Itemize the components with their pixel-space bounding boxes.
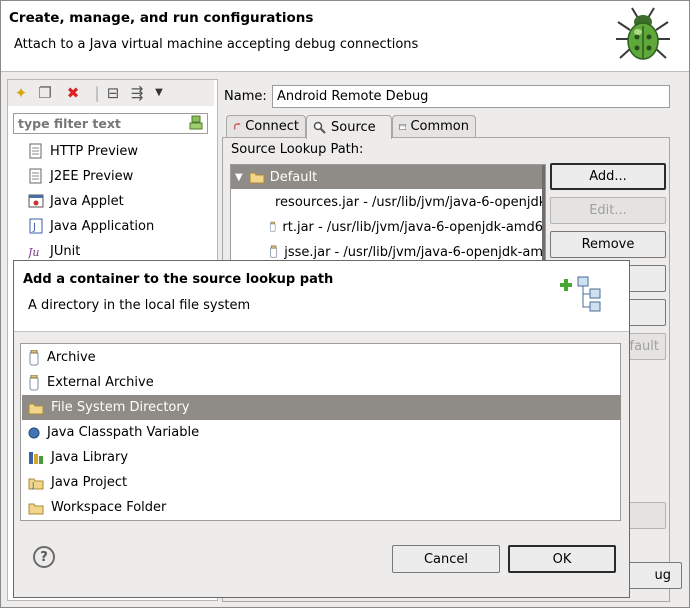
applet-icon [28,194,44,208]
name-field[interactable]: Android Remote Debug [272,85,670,108]
source-lookup-tree[interactable]: ▼ Default resources.jar - /usr/lib/jvm/j… [230,164,546,266]
edit-label: Edit... [589,203,627,218]
list-item-workspace-folder[interactable]: Workspace Folder [22,495,621,520]
source-lookup-label: Source Lookup Path: [231,142,364,157]
filter-input[interactable]: type filter text [13,113,208,134]
source-icon [313,121,326,134]
list-item-java-library[interactable]: Java Library [22,445,621,470]
remove-label: Remove [581,237,635,252]
filter-icon[interactable]: ⇶ [128,84,146,102]
debug-label: ug [654,568,672,583]
list-item-java-project[interactable]: J Java Project [22,470,621,495]
tab-bar: Connect Source Common [222,115,670,139]
source-item-rt[interactable]: rt.jar - /usr/lib/jvm/java-6-openjdk-amd… [231,215,543,239]
tree-item-label: J2EE Preview [50,168,134,184]
tree-item-junit[interactable]: Ju JUnit [28,240,80,262]
add-container-icon [560,276,601,312]
add-source-dialog-subtitle: A directory in the local file system [28,298,251,313]
debug-bug-icon [616,7,670,60]
source-item-resources[interactable]: resources.jar - /usr/lib/jvm/java-6-open… [231,190,546,214]
list-item-file-system-directory[interactable]: File System Directory [22,395,621,420]
project-icon: J [28,478,44,490]
web-icon [29,143,42,159]
tab-label: Source [331,120,376,135]
tree-item-label: JUnit [50,243,81,259]
tree-item-label: Java Applet [50,193,124,209]
list-item-label: External Archive [47,375,154,390]
help-label: ? [40,549,48,565]
list-item-label: Java Library [51,450,129,465]
list-item-label: Archive [47,350,96,365]
delete-icon[interactable]: ✖ [64,84,82,102]
list-item-label: Workspace Folder [51,500,167,515]
dialog-title: Create, manage, and run configurations [9,10,314,26]
tree-item-java-application[interactable]: J Java Application [28,215,154,237]
folder-icon [28,403,44,414]
folder-icon [28,503,44,514]
jar-icon [270,245,278,258]
dialog-subtitle: Attach to a Java virtual machine accepti… [14,37,419,52]
source-item-label: jsse.jar - /usr/lib/jvm/java-6-openjdk-a… [284,244,543,260]
svg-text:Ju: Ju [28,246,40,259]
tab-common[interactable]: Common [392,115,476,137]
tab-connect[interactable]: Connect [226,115,306,137]
cancel-label: Cancel [423,551,469,567]
ok-button[interactable]: OK [508,545,616,573]
jar-icon [29,374,39,390]
tab-source[interactable]: Source [306,115,392,139]
scrollbar[interactable] [542,165,545,265]
tree-item-label: HTTP Preview [50,143,139,159]
add-label: Add... [589,169,627,184]
connect-icon [234,122,241,129]
list-item-archive[interactable]: Archive [22,345,621,370]
tree-item-java-applet[interactable]: Java Applet [28,190,124,212]
edit-button[interactable]: Edit... [550,197,666,224]
list-item-java-classpath-variable[interactable]: Java Classpath Variable [22,420,621,445]
java-app-icon: J [29,218,43,234]
source-item-label: resources.jar - /usr/lib/jvm/java-6-open… [275,194,546,210]
collapse-all-icon[interactable]: ⊟ [104,84,122,102]
folder-icon [249,172,265,184]
container-type-list[interactable]: Archive External Archive File System Dir… [20,343,621,521]
list-item-external-archive[interactable]: External Archive [22,370,621,395]
name-label: Name: [224,89,267,104]
clear-filter-icon[interactable] [189,115,203,131]
svg-text:J: J [32,222,36,233]
add-button[interactable]: Add... [550,163,666,190]
library-icon [29,451,43,464]
help-icon[interactable]: ? [33,546,55,568]
new-config-icon[interactable]: ✦ [12,84,30,102]
variable-icon [28,427,40,438]
duplicate-icon[interactable]: ❐ [36,84,54,102]
chevron-down-icon[interactable]: ▼ [150,84,168,102]
source-item-label: rt.jar - /usr/lib/jvm/java-6-openjdk-amd… [282,219,543,235]
config-toolbar: ✦ ❐ ✖ | ⊟ ⇶ ▼ [8,80,214,106]
source-item-label: Default [269,169,318,185]
name-value: Android Remote Debug [277,89,429,104]
cancel-button[interactable]: Cancel [392,545,500,573]
remove-button[interactable]: Remove [550,231,666,258]
expand-arrow-icon[interactable]: ▼ [235,172,243,183]
svg-text:J: J [31,481,34,490]
jar-icon [29,349,39,365]
ok-label: OK [552,551,572,567]
add-source-dialog-title: Add a container to the source lookup pat… [23,272,334,287]
jar-icon [269,221,276,232]
list-item-label: Java Classpath Variable [47,425,200,440]
source-item-default[interactable]: ▼ Default [231,165,543,189]
tree-item-label: Java Application [50,218,155,234]
common-icon [399,123,407,130]
tree-item-j2ee-preview[interactable]: J2EE Preview [28,165,133,187]
restore-default-label: fault [629,339,660,354]
tree-item-http-preview[interactable]: HTTP Preview [28,140,138,162]
list-item-label: File System Directory [51,400,190,415]
list-item-label: Java Project [51,475,128,490]
junit-icon: Ju [28,246,40,259]
tab-label: Connect [245,119,299,134]
web-icon [29,168,42,184]
filter-placeholder: type filter text [18,116,121,131]
tab-label: Common [410,119,469,134]
